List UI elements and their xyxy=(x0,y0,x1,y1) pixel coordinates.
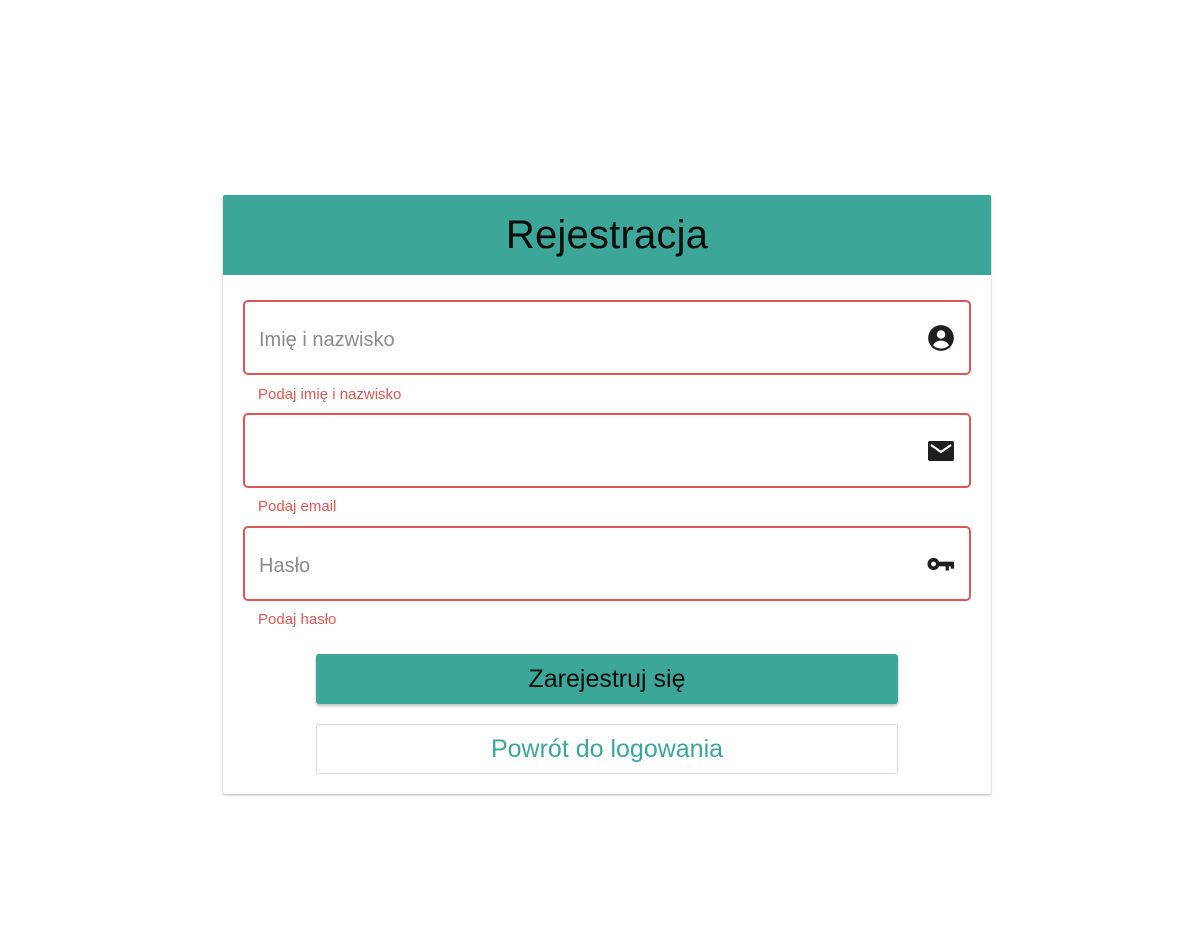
back-to-login-button[interactable]: Powrót do logowania xyxy=(316,724,898,774)
full-name-input[interactable] xyxy=(245,302,969,373)
account-circle-icon xyxy=(927,324,955,352)
password-error: Podaj hasło xyxy=(258,611,337,628)
email-error: Podaj email xyxy=(258,498,337,515)
page-title: Rejestracja xyxy=(505,212,709,257)
mail-icon xyxy=(927,437,955,465)
card-header: Rejestracja xyxy=(223,195,991,275)
key-icon xyxy=(927,550,955,578)
email-input[interactable] xyxy=(245,415,969,486)
email-field[interactable] xyxy=(243,413,971,488)
registration-card: Rejestracja Podaj imię i nazwisko Podaj … xyxy=(223,195,991,794)
password-input[interactable] xyxy=(245,528,969,599)
password-field[interactable] xyxy=(243,526,971,601)
full-name-field[interactable] xyxy=(243,300,971,375)
register-button[interactable]: Zarejestruj się xyxy=(316,654,898,704)
full-name-error: Podaj imię i nazwisko xyxy=(258,386,402,403)
